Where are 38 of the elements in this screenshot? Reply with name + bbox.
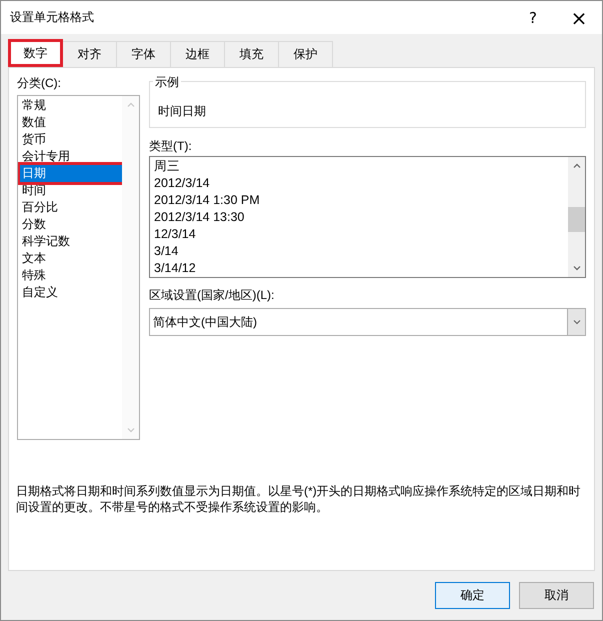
sample-label: 示例 — [153, 74, 181, 91]
category-item[interactable]: 常规 — [20, 97, 122, 114]
tab[interactable]: 数字 — [8, 39, 63, 67]
scrollbar[interactable] — [568, 157, 585, 277]
type-item[interactable]: 3/14 — [152, 243, 568, 260]
dropdown-button[interactable] — [567, 309, 585, 335]
type-item[interactable]: 2012/3/14 13:30 — [152, 209, 568, 226]
category-item[interactable]: 分数 — [20, 216, 122, 233]
type-item[interactable]: 12/3/14 — [152, 226, 568, 243]
category-item[interactable]: 货币 — [20, 131, 122, 148]
type-item[interactable]: 2012/3/14 1:30 PM — [152, 192, 568, 209]
type-item[interactable]: 3/14/12 — [152, 260, 568, 277]
chevron-down-icon — [572, 317, 582, 327]
locale-dropdown[interactable]: 简体中文(中国大陆) — [149, 308, 586, 336]
category-item[interactable]: 日期 — [20, 165, 122, 182]
type-item[interactable]: 周三 — [152, 158, 568, 175]
scroll-thumb[interactable] — [568, 207, 585, 232]
category-item[interactable]: 自定义 — [20, 284, 122, 301]
ok-button[interactable]: 确定 — [435, 582, 510, 609]
category-item[interactable]: 文本 — [20, 250, 122, 267]
category-item[interactable]: 科学记数 — [20, 233, 122, 250]
description-text: 日期格式将日期和时间系列数值显示为日期值。以星号(*)开头的日期格式响应操作系统特定的区域日期和时间设置的更改。不带星号的格式不受操作系统设置的影响。 — [16, 483, 582, 515]
category-item[interactable]: 数值 — [20, 114, 122, 131]
type-label: 类型(T): — [149, 138, 193, 155]
window-title: 设置单元格格式 — [10, 9, 95, 26]
locale-label: 区域设置(国家/地区)(L): — [149, 287, 276, 304]
help-button[interactable]: ? — [510, 1, 556, 34]
category-item[interactable]: 特殊 — [20, 267, 122, 284]
cancel-button[interactable]: 取消 — [519, 582, 594, 609]
close-button[interactable]: × — [556, 1, 602, 34]
tab[interactable]: 保护 — [278, 41, 333, 67]
category-label: 分类(C): — [17, 75, 62, 92]
category-item[interactable]: 会计专用 — [20, 148, 122, 165]
category-item[interactable]: 时间 — [20, 182, 122, 199]
category-item[interactable]: 百分比 — [20, 199, 122, 216]
sample-value: 时间日期 — [158, 103, 206, 120]
scroll-down-icon[interactable] — [572, 263, 582, 273]
type-item[interactable]: 2012/3/14 — [152, 175, 568, 192]
